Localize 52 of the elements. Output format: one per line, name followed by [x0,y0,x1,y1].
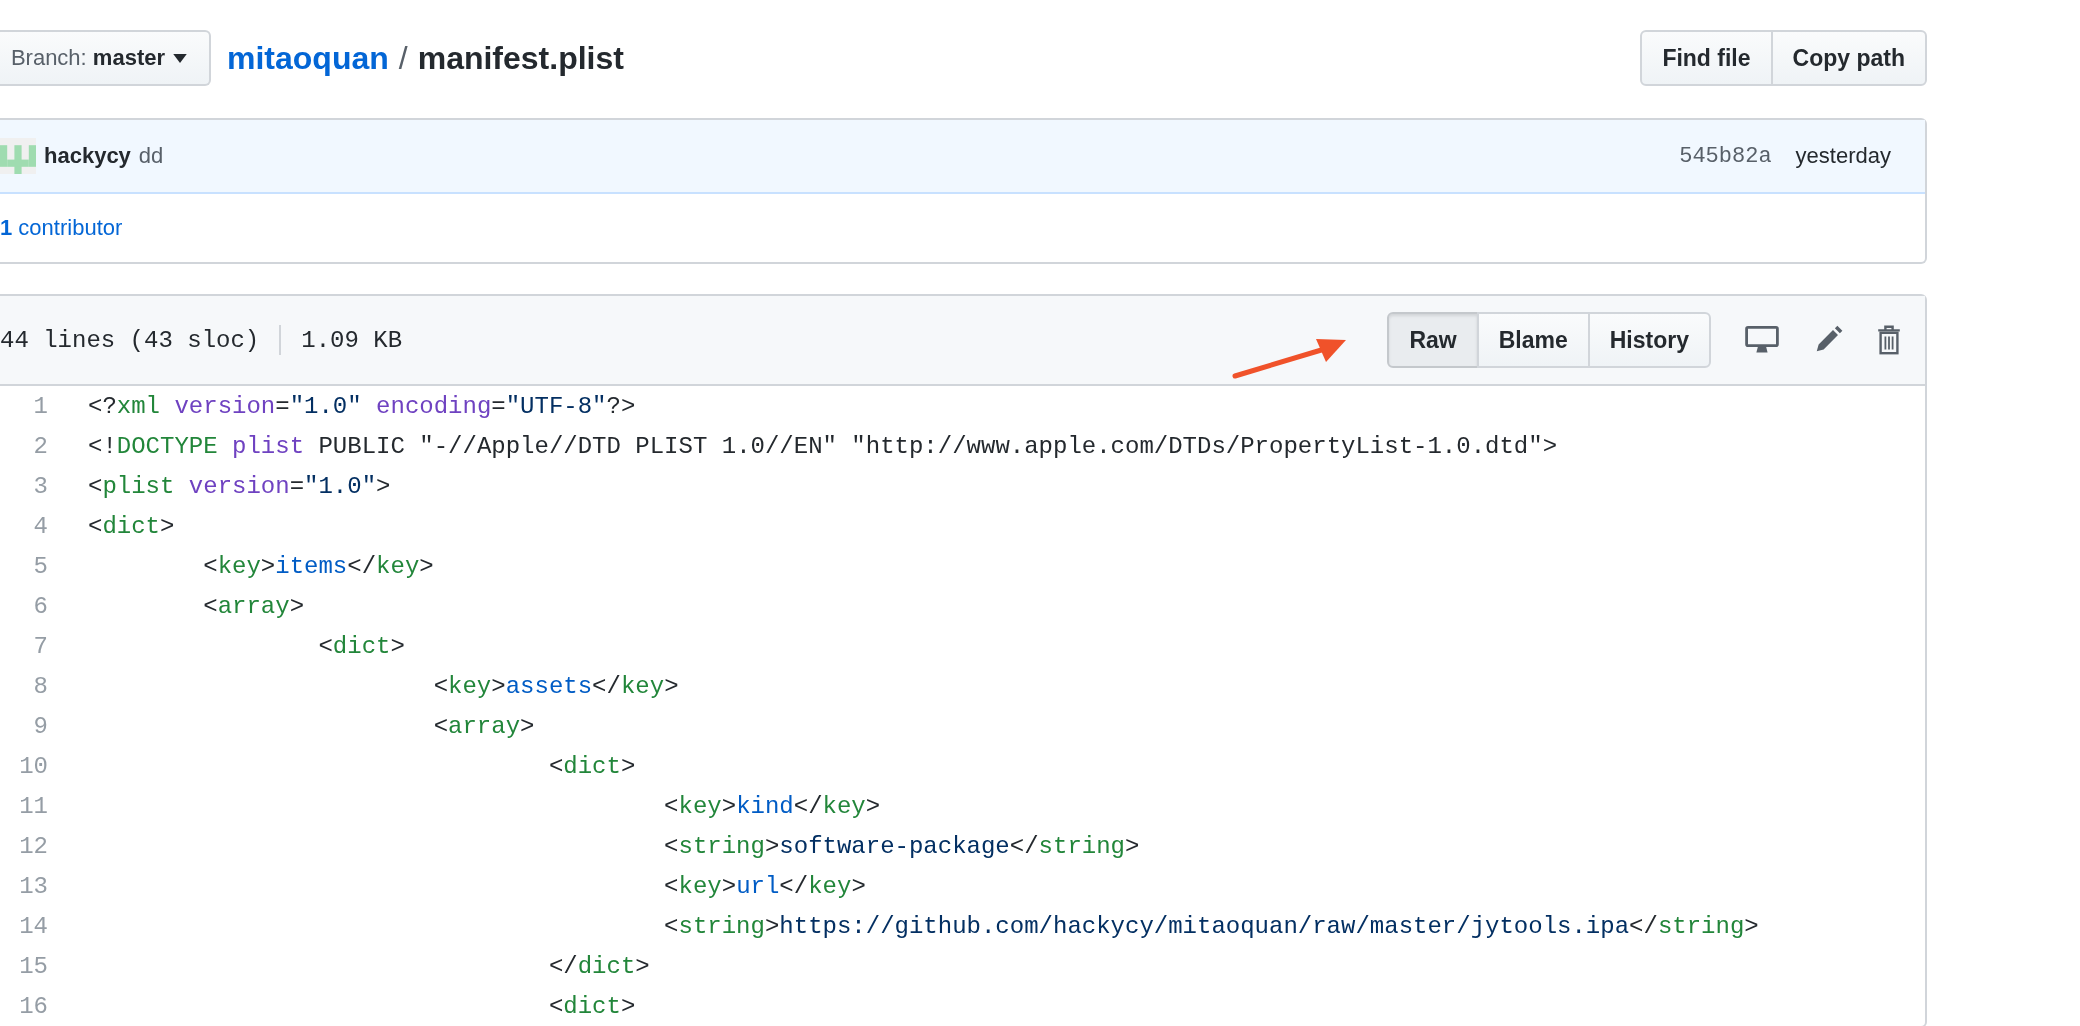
caret-icon [173,53,187,63]
code-line: <!DOCTYPE plist PUBLIC "-//Apple//DTD PLIST 1.0//EN" "http://www.apple.com/DTDs/PropertyList-1.0.dtd"> [88,432,1558,460]
commit-author[interactable]: hackycy [44,143,131,169]
line-number: 13 [18,872,49,900]
line-number: 12 [18,832,49,860]
line-number: 11 [18,792,49,820]
commit-time: yesterday [1795,143,1891,169]
code-line: <dict> [547,992,636,1020]
file-name: manifest.plist [417,39,624,77]
line-number: 5 [32,552,49,580]
desktop-icon[interactable] [1745,326,1779,354]
find-file-button[interactable]: Find file [1640,30,1773,86]
code-line: <plist version="1.0"> [88,472,391,500]
copy-path-button[interactable]: Copy path [1770,30,1927,86]
history-button[interactable]: History [1587,312,1711,368]
line-count: 44 lines (43 sloc) [0,326,260,354]
code-line: <array> [432,712,535,740]
line-number: 8 [32,672,49,700]
line-number: 1 [32,392,49,420]
trash-icon[interactable] [1877,325,1901,355]
code-line: <dict> [547,752,636,780]
code-line: <dict> [88,512,175,540]
repo-link[interactable]: mitaoquan [227,39,389,77]
branch-dropdown[interactable]: Branch: master [0,30,211,86]
line-number: 10 [18,752,49,780]
blame-button[interactable]: Blame [1476,312,1590,368]
line-number: 4 [32,512,49,540]
code-line: <string>https://github.com/hackycy/mitaoquan/raw/master/jytools.ipa</string> [663,912,1759,940]
code-line: <?xml version="1.0" encoding="UTF-8"?> [88,392,636,420]
code-line: </dict> [547,952,650,980]
code-line: <key>kind</key> [663,792,881,820]
commit-sha[interactable]: 545b82a [1679,143,1772,169]
line-number: 9 [32,712,49,740]
code-line: <string>software-package</string> [663,832,1140,860]
code-line: <key>url</key> [663,872,866,900]
breadcrumb-separator: / [398,39,408,77]
commit-message[interactable]: dd [138,143,164,169]
code-line: <key>items</key> [202,552,434,580]
line-number: 7 [32,632,49,660]
line-number: 2 [32,432,49,460]
line-number: 16 [18,992,49,1020]
line-number: 3 [32,472,49,500]
file-size: 1.09 KB [301,326,403,354]
avatar-icon [0,138,36,174]
line-number: 14 [18,912,49,940]
code-line: <array> [202,592,305,620]
code-line: <key>assets</key> [432,672,679,700]
code-line: <dict> [317,632,405,660]
contributors-link[interactable]: 1 contributor [0,215,123,241]
raw-button[interactable]: Raw [1387,312,1479,368]
line-number: 15 [18,952,49,980]
line-number: 6 [32,592,49,620]
